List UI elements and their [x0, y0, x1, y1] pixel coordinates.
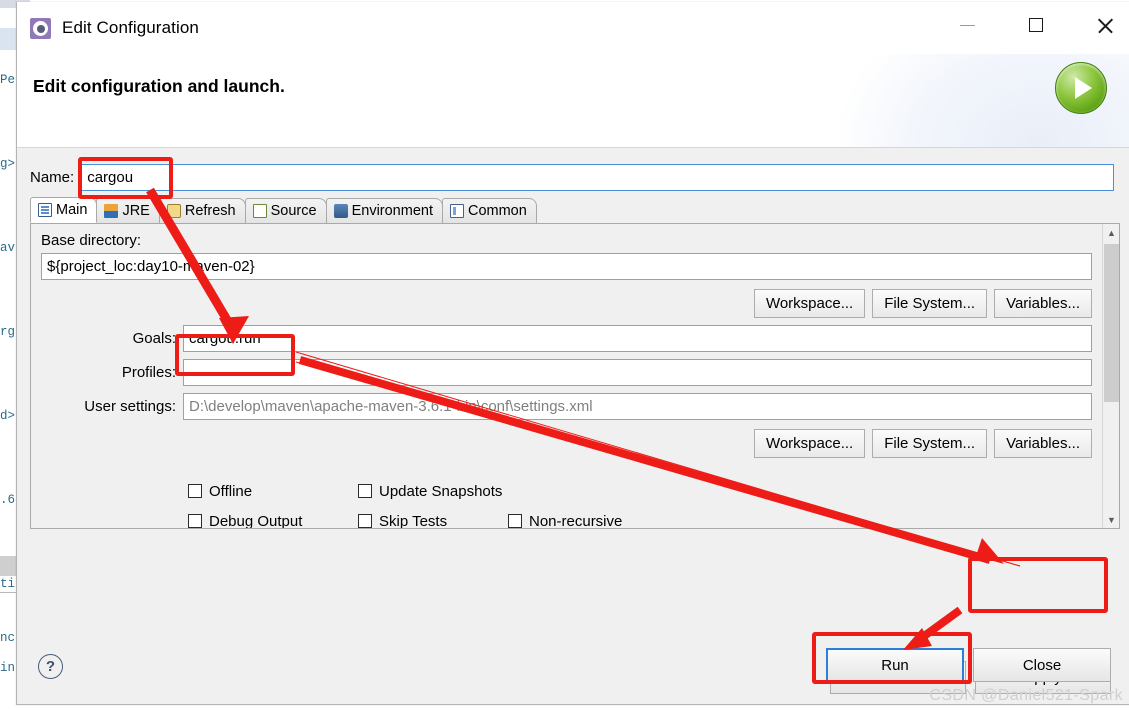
gear-icon [30, 18, 51, 39]
checkbox-skip-tests-box[interactable] [358, 514, 372, 528]
name-input[interactable] [80, 163, 1114, 191]
user-settings-row: User settings: [41, 393, 1092, 420]
main-tab-panel: Base directory: Workspace... File System… [30, 224, 1120, 529]
user-settings-input[interactable] [183, 393, 1092, 420]
checkbox-non-recursive[interactable]: Non-recursive [508, 512, 623, 529]
common-tab-icon [449, 204, 464, 218]
checkbox-debug-output-label: Debug Output [209, 512, 303, 529]
scroll-down-icon[interactable]: ▼ [1103, 511, 1119, 528]
base-directory-input[interactable] [41, 253, 1092, 280]
environment-tab-icon [333, 204, 348, 218]
profiles-label: Profiles: [121, 364, 176, 381]
tab-main-label: Main [56, 202, 88, 218]
tab-folder: Main JRE Refresh Source Environment Comm… [30, 197, 1120, 529]
tab-common-label: Common [467, 203, 527, 219]
checkbox-row-2: Debug Output Skip Tests Non-recursive [188, 506, 1092, 529]
run-button[interactable]: Run [826, 648, 964, 682]
maximize-icon [1029, 18, 1043, 32]
checkbox-offline-box[interactable] [188, 484, 202, 498]
green-run-arrow-icon [1055, 62, 1107, 114]
main-tab-icon [38, 203, 52, 217]
profiles-row: Profiles: [41, 359, 1092, 386]
close-button[interactable]: Close [973, 648, 1111, 682]
workspace-button-top[interactable]: Workspace... [753, 289, 866, 318]
watermark: CSDN @Daniel521-Spark [929, 687, 1123, 704]
tab-jre[interactable]: JRE [96, 198, 160, 223]
goals-label: Goals: [132, 330, 176, 347]
variables-button-top[interactable]: Variables... [994, 289, 1092, 318]
close-icon [1097, 17, 1114, 34]
checkbox-offline-label: Offline [209, 482, 253, 500]
tab-source[interactable]: Source [244, 198, 327, 223]
checkbox-offline[interactable]: Offline [188, 483, 358, 500]
help-icon[interactable]: ? [38, 654, 63, 679]
tab-environment-label: Environment [351, 203, 433, 219]
scroll-up-icon[interactable]: ▲ [1103, 224, 1119, 241]
tab-jre-label: JRE [122, 203, 150, 219]
edit-configuration-dialog: Edit Configuration Edit configuration an… [16, 2, 1129, 705]
base-directory-browse-buttons: Workspace... File System... Variables... [41, 289, 1092, 318]
checkbox-row-1: Offline Update Snapshots [188, 476, 1092, 506]
jre-tab-icon [104, 204, 119, 218]
checkbox-update-snapshots-box[interactable] [358, 484, 372, 498]
maximize-button[interactable] [1013, 2, 1059, 48]
checkbox-skip-tests[interactable]: Skip Tests [358, 512, 508, 529]
close-window-button[interactable] [1082, 2, 1128, 48]
checkbox-non-recursive-label: Non-recursive [529, 512, 623, 529]
file-system-button-bottom[interactable]: File System... [872, 429, 988, 458]
maven-options-checkboxes: Offline Update Snapshots Debug Output Sk… [41, 476, 1092, 529]
goals-row: Goals: [41, 325, 1092, 352]
goals-input[interactable] [183, 325, 1092, 352]
tab-refresh-label: Refresh [184, 203, 236, 219]
source-tab-icon [252, 204, 267, 218]
refresh-tab-icon [166, 204, 181, 218]
main-tab-content: Base directory: Workspace... File System… [31, 224, 1102, 528]
main-tab-scrollbar[interactable]: ▲ ▼ [1102, 224, 1119, 528]
user-settings-browse-buttons: Workspace... File System... Variables... [41, 429, 1092, 458]
name-label: Name: [30, 168, 75, 186]
minimize-button[interactable] [944, 2, 990, 48]
base-directory-label: Base directory: [41, 232, 142, 249]
tab-strip: Main JRE Refresh Source Environment Comm… [30, 197, 1120, 224]
tab-main[interactable]: Main [30, 197, 98, 223]
checkbox-update-snapshots-label: Update Snapshots [379, 482, 503, 500]
checkbox-debug-output-box[interactable] [188, 514, 202, 528]
banner-heading: Edit configuration and launch. [33, 76, 285, 96]
scrollbar-thumb[interactable] [1104, 244, 1119, 402]
tab-common[interactable]: Common [441, 198, 537, 223]
dialog-banner: Edit configuration and launch. [17, 54, 1129, 148]
profiles-input[interactable] [183, 359, 1092, 386]
footer-buttons: Run Close [826, 648, 1111, 682]
tab-refresh[interactable]: Refresh [158, 198, 246, 223]
tab-environment[interactable]: Environment [325, 198, 443, 223]
file-system-button-top[interactable]: File System... [872, 289, 988, 318]
checkbox-skip-tests-label: Skip Tests [379, 512, 448, 529]
variables-button-bottom[interactable]: Variables... [994, 429, 1092, 458]
dialog-body: Name: Main JRE Refresh [17, 148, 1129, 704]
user-settings-label: User settings: [84, 398, 176, 415]
minimize-icon [959, 24, 975, 26]
name-row: Name: [30, 162, 1120, 192]
checkbox-debug-output[interactable]: Debug Output [188, 512, 358, 529]
dialog-titlebar[interactable]: Edit Configuration [17, 2, 1129, 54]
checkbox-update-snapshots[interactable]: Update Snapshots [358, 483, 502, 500]
checkbox-non-recursive-box[interactable] [508, 514, 522, 528]
workspace-button-bottom[interactable]: Workspace... [753, 429, 866, 458]
tab-source-label: Source [270, 203, 317, 219]
dialog-title: Edit Configuration [62, 18, 199, 37]
